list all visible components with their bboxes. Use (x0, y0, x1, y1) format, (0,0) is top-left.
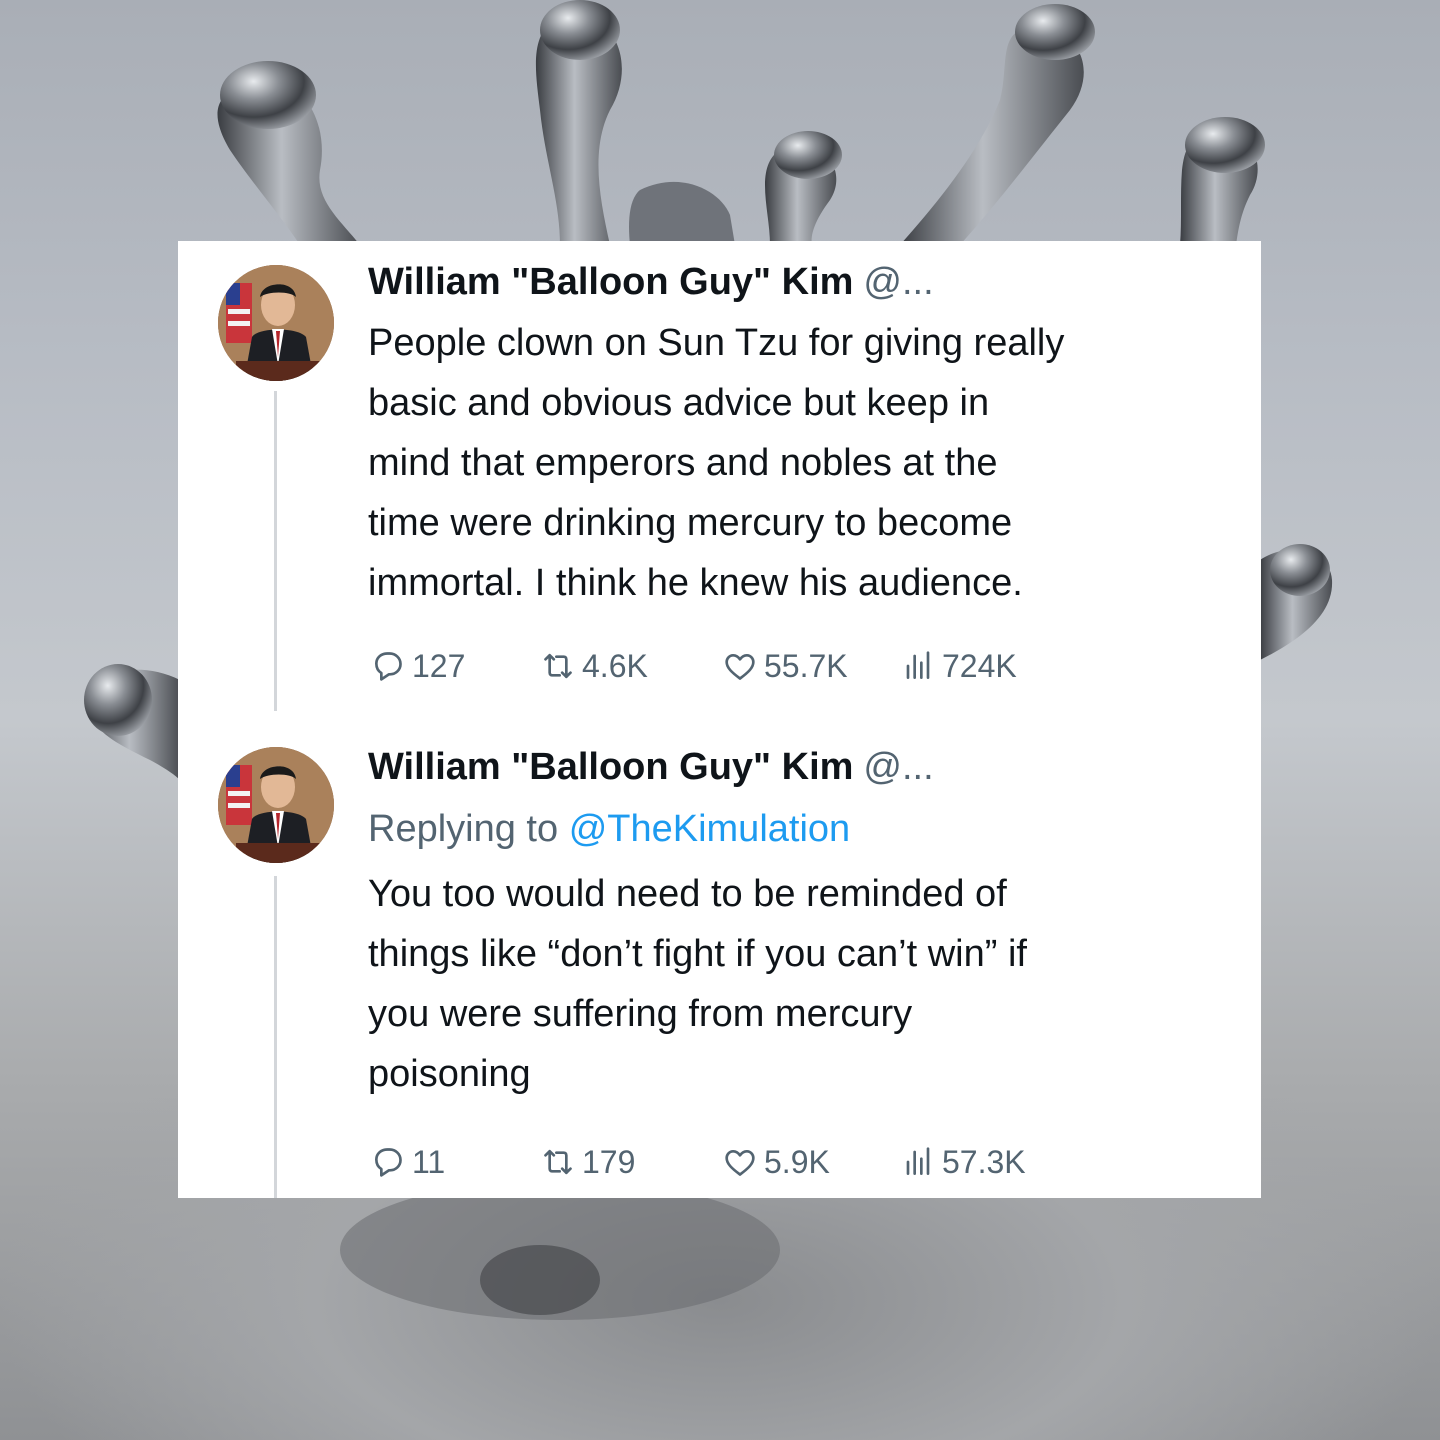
repost-count: 4.6K (582, 647, 648, 684)
views-count: 57.3K (942, 1143, 1026, 1180)
repost-icon (544, 1149, 572, 1175)
tweet-text-line: People clown on Sun Tzu for giving reall… (368, 322, 1065, 364)
tweet-text: You too would need to be reminded of thi… (368, 864, 1228, 1104)
views-icon (906, 651, 930, 679)
tweet-thread-card: William "Balloon Guy" Kim @... People clo… (178, 241, 1261, 1198)
avatar[interactable] (218, 265, 334, 381)
replying-to: Replying to @TheKimulation (368, 806, 1228, 852)
like-count: 5.9K (764, 1143, 830, 1180)
reply-button[interactable]: 11 (368, 1137, 445, 1187)
repost-icon (544, 653, 572, 679)
replying-to-label: Replying to (368, 808, 559, 850)
like-button[interactable]: 55.7K (720, 641, 848, 691)
tweet-text-line: You too would need to be reminded of (368, 873, 1007, 915)
reply-button[interactable]: 127 (368, 641, 465, 691)
views-count: 724K (942, 647, 1017, 684)
author-handle[interactable]: @... (863, 261, 933, 303)
like-icon (725, 1150, 755, 1176)
tweet-text: People clown on Sun Tzu for giving reall… (368, 313, 1228, 613)
tweet-content: William "Balloon Guy" Kim @... People clo… (368, 259, 1228, 613)
author-handle[interactable]: @... (863, 746, 933, 788)
repost-count: 179 (582, 1143, 636, 1180)
replying-to-handle[interactable]: @TheKimulation (569, 808, 850, 850)
tweet-text-line: you were suffering from mercury (368, 993, 913, 1035)
author-name[interactable]: William "Balloon Guy" Kim (368, 261, 853, 303)
tweet-content: William "Balloon Guy" Kim @... Replying t… (368, 744, 1228, 1104)
like-button[interactable]: 5.9K (720, 1137, 830, 1187)
reply-icon (375, 1148, 402, 1177)
like-count: 55.7K (764, 647, 848, 684)
reply-count: 127 (412, 647, 466, 684)
author-row[interactable]: William "Balloon Guy" Kim @... (368, 259, 1228, 305)
views-icon (906, 1147, 930, 1175)
tweet-text-line: mind that emperors and nobles at the (368, 442, 998, 484)
tweet-actions: 11 179 5.9K 57.3K (368, 1137, 1128, 1187)
avatar-photo (218, 747, 334, 863)
like-icon (725, 654, 755, 680)
thread-connector-line (274, 876, 277, 1198)
avatar-photo (218, 265, 334, 381)
tweet-text-line: things like “don’t fight if you can’t wi… (368, 933, 1027, 975)
reply-icon (375, 652, 402, 681)
mercury-tendrils (217, 0, 1265, 246)
repost-button[interactable]: 4.6K (538, 641, 648, 691)
repost-button[interactable]: 179 (538, 1137, 635, 1187)
tweet-text-line: poisoning (368, 1053, 531, 1095)
reply-count: 11 (412, 1143, 446, 1180)
thread-connector-line (274, 391, 277, 711)
tweet-text-line: basic and obvious advice but keep in (368, 382, 990, 424)
tweet-actions: 127 4.6K 55.7K 724K (368, 641, 1128, 691)
avatar[interactable] (218, 747, 334, 863)
views-button[interactable]: 57.3K (898, 1137, 1026, 1187)
author-name[interactable]: William "Balloon Guy" Kim (368, 746, 853, 788)
author-row[interactable]: William "Balloon Guy" Kim @... (368, 744, 1228, 790)
tweet-text-line: time were drinking mercury to become (368, 502, 1013, 544)
tweet-text-line: immortal. I think he knew his audience. (368, 562, 1023, 604)
views-button[interactable]: 724K (898, 641, 1017, 691)
